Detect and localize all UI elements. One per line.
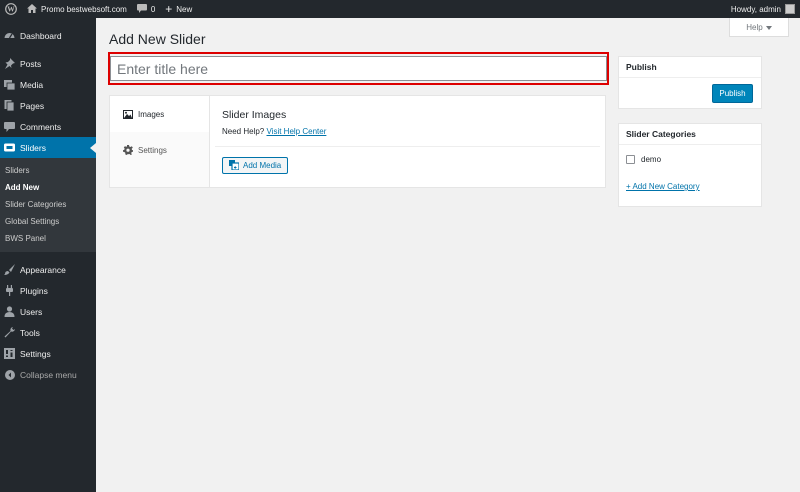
panel-divider	[215, 146, 600, 147]
comment-icon	[136, 3, 147, 15]
help-tab-button[interactable]: Help	[729, 18, 789, 37]
panel-title: Slider Images	[222, 109, 287, 121]
sidebar-item-media[interactable]: Media	[0, 74, 96, 95]
sidebar-item-appearance[interactable]: Appearance	[0, 259, 96, 280]
publish-box: Publish Publish	[618, 56, 762, 109]
sidebar-item-users[interactable]: Users	[0, 301, 96, 322]
tab-settings[interactable]: Settings	[110, 132, 209, 168]
help-prefix: Need Help?	[222, 127, 265, 136]
chevron-down-icon	[765, 23, 772, 32]
collapse-label: Collapse menu	[20, 369, 77, 380]
comments-count: 0	[150, 4, 156, 14]
dashboard-icon	[4, 30, 15, 41]
svg-text:W: W	[7, 5, 15, 14]
pin-icon	[4, 58, 15, 69]
sidebar-item-pages[interactable]: Pages	[0, 95, 96, 116]
slider-images-panel: Slider Images Need Help? Visit Help Cent…	[209, 95, 606, 188]
sidebar-item-dashboard[interactable]: Dashboard	[0, 25, 96, 46]
sidebar-item-label: Posts	[20, 58, 42, 69]
sidebar-item-comments[interactable]: Comments	[0, 116, 96, 137]
page-title: Add New Slider	[109, 31, 206, 47]
collapse-icon	[4, 369, 15, 380]
slider-tabs: Images Settings	[109, 95, 209, 188]
sidebar-item-sliders[interactable]: Sliders	[0, 137, 96, 158]
media-icon	[229, 159, 240, 172]
media-icon	[4, 79, 15, 90]
gear-icon	[123, 145, 133, 155]
sidebar-item-settings[interactable]: Settings	[0, 343, 96, 364]
plug-icon	[4, 285, 15, 296]
image-icon	[123, 109, 133, 119]
add-media-button[interactable]: Add Media	[222, 157, 289, 174]
categories-box-title: Slider Categories	[619, 124, 761, 145]
submenu-item-add-new[interactable]: Add New	[0, 179, 96, 196]
admin-bar: W Promo bestwebsoft.com 0 + New Howdy, a…	[0, 0, 800, 18]
sidebar-item-label: Users	[20, 306, 43, 317]
new-content-link[interactable]: + New	[160, 0, 197, 18]
submenu-item-global-settings[interactable]: Global Settings	[0, 213, 96, 230]
sidebar-item-label: Dashboard	[20, 30, 62, 41]
sidebar-item-tools[interactable]: Tools	[0, 322, 96, 343]
sidebar-item-plugins[interactable]: Plugins	[0, 280, 96, 301]
publish-button[interactable]: Publish	[712, 84, 753, 103]
sidebar-item-label: Pages	[20, 100, 45, 111]
slider-icon	[4, 142, 15, 153]
add-new-category-link[interactable]: + Add New Category	[626, 182, 700, 191]
settings-icon	[4, 348, 15, 359]
help-center-link[interactable]: Visit Help Center	[266, 127, 326, 136]
tab-label: Images	[138, 109, 165, 119]
admin-sidebar: Dashboard Posts Media Pages Comments Sli…	[0, 18, 96, 492]
my-account-link[interactable]: Howdy, admin	[726, 0, 800, 18]
user-icon	[4, 306, 15, 317]
help-label: Help	[746, 22, 763, 32]
sidebar-item-posts[interactable]: Posts	[0, 53, 96, 74]
greeting: Howdy, admin	[730, 4, 781, 14]
sidebar-item-label: Appearance	[20, 264, 66, 275]
avatar	[785, 4, 795, 14]
category-item[interactable]: demo	[626, 155, 661, 164]
site-name: Promo bestwebsoft.com	[41, 4, 127, 14]
submenu-item-bws-panel[interactable]: BWS Panel	[0, 230, 96, 247]
submenu-item-slider-categories[interactable]: Slider Categories	[0, 196, 96, 213]
add-media-label: Add Media	[243, 161, 282, 170]
sidebar-item-label: Settings	[20, 348, 51, 359]
brush-icon	[4, 264, 15, 275]
comment-icon	[4, 121, 15, 132]
title-input[interactable]	[110, 56, 607, 81]
tab-images[interactable]: Images	[110, 96, 209, 132]
plus-icon: +	[165, 2, 173, 16]
sidebar-item-label: Tools	[20, 327, 40, 338]
home-icon	[27, 3, 37, 15]
slider-categories-box: Slider Categories demo + Add New Categor…	[618, 123, 762, 207]
main-content: Help Add New Slider Images Settings Slid…	[96, 18, 800, 492]
sliders-submenu: Sliders Add New Slider Categories Global…	[0, 158, 96, 252]
sidebar-item-label: Media	[20, 79, 44, 90]
tab-label: Settings	[138, 145, 167, 155]
category-label: demo	[641, 155, 662, 164]
category-checkbox[interactable]	[626, 155, 635, 164]
site-name-link[interactable]: Promo bestwebsoft.com	[22, 0, 132, 18]
help-text: Need Help? Visit Help Center	[222, 127, 326, 136]
comments-link[interactable]: 0	[132, 0, 160, 18]
sidebar-item-label: Comments	[20, 121, 62, 132]
new-label: New	[176, 4, 193, 14]
pages-icon	[4, 100, 15, 111]
wordpress-logo-icon[interactable]: W	[0, 0, 22, 18]
wrench-icon	[4, 327, 15, 338]
sidebar-item-label: Sliders	[20, 142, 46, 153]
sidebar-item-label: Plugins	[20, 285, 48, 296]
publish-box-title: Publish	[619, 57, 761, 78]
submenu-item-sliders[interactable]: Sliders	[0, 162, 96, 179]
collapse-menu-button[interactable]: Collapse menu	[0, 364, 96, 385]
